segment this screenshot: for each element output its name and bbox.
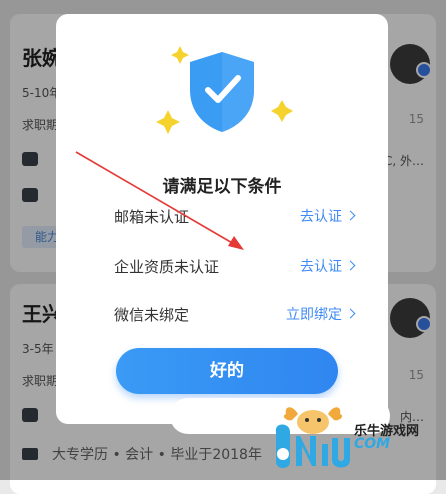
watermark-domain: COM [354,436,391,452]
site-watermark: 乐牛游戏网 COM [270,402,440,472]
cow-logo-icon [275,407,350,468]
